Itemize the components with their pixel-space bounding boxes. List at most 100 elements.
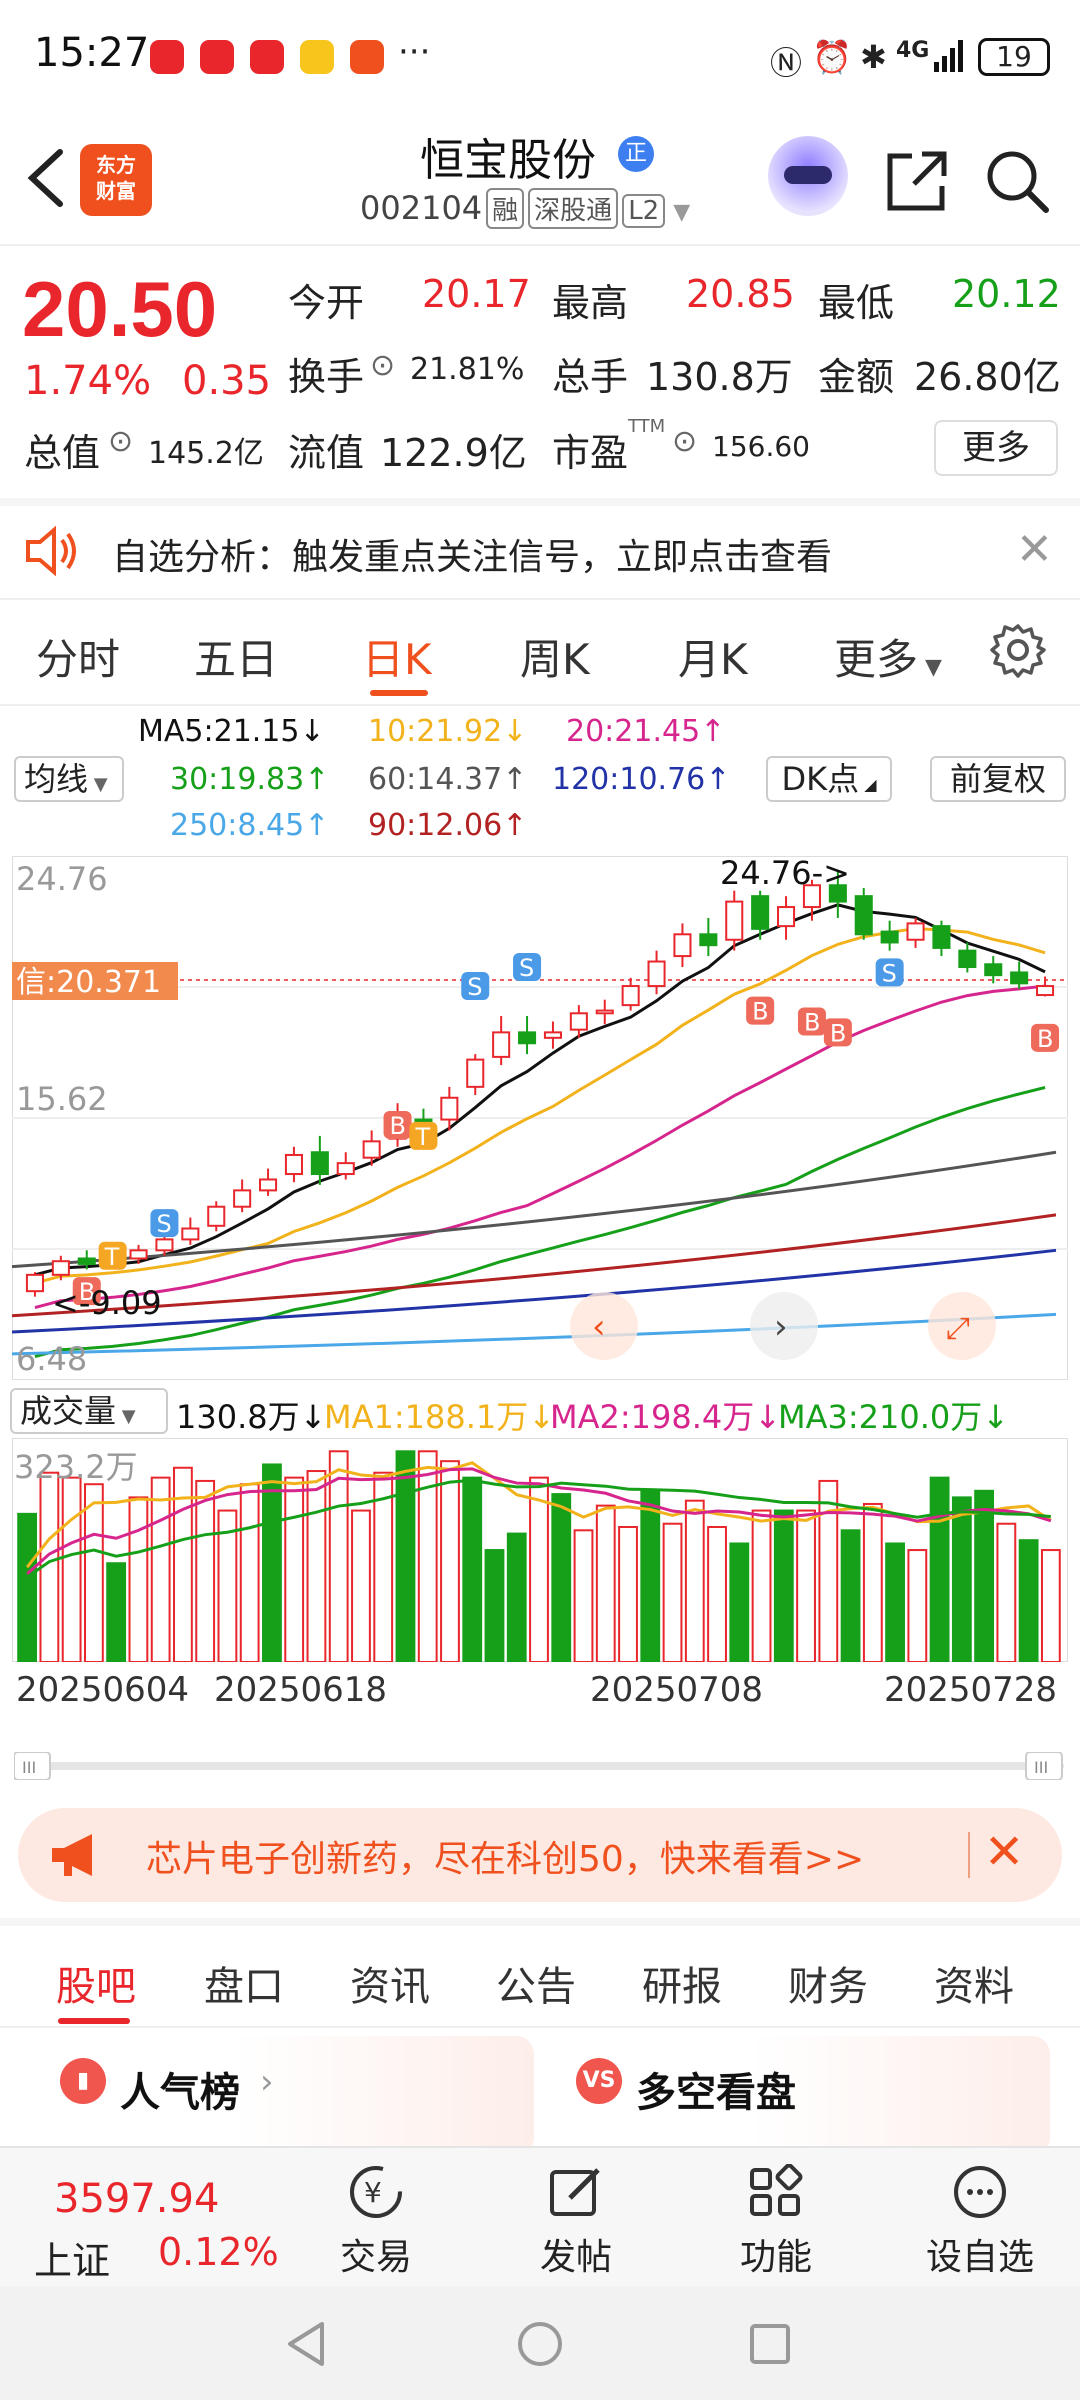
ai-assistant-icon[interactable] [768,136,848,216]
low-marker: <-9.09 [52,1284,162,1322]
svg-text:‹: ‹ [592,1307,606,1347]
battery-indicator: 19 [978,38,1050,76]
xin-price-label: 信:20.371 [16,965,161,1000]
candle [725,900,744,941]
volume-bar [506,1532,527,1662]
candle [77,1257,96,1265]
pe-value: 156.60 [712,430,810,463]
tab-financials[interactable]: 财务 [788,1954,868,2012]
chart-scroll-slider[interactable]: III III [14,1752,1064,1780]
signal-badge-label: S [156,1210,171,1238]
status-time: 15:27 [34,30,150,76]
candle [751,895,770,930]
tab-announcements[interactable]: 公告 [496,1954,576,2012]
info-icon[interactable]: ⊙ [672,424,697,459]
trade-button[interactable]: ¥ 交易 [316,2148,436,2288]
vs-icon: VS [576,2058,622,2104]
volume-bar [1018,1539,1039,1662]
tab-more[interactable]: 更多 ▼ [834,626,942,687]
bull-bear-card[interactable]: VS 多空看盘 [550,2036,1050,2156]
period-tabs: 分时 五日 日K 周K 月K 更多 ▼ [0,600,1080,706]
index-name: 上证 [34,2239,111,2283]
alert-text: 自选分析：触发重点关注信号，立即点击查看 [112,537,833,578]
signal-badge-label: S [882,959,897,987]
gear-icon[interactable] [990,622,1046,678]
stock-code-row[interactable]: 002104 融深股通 L2 ▼ [360,188,690,229]
ma20-value: 20:21.45↑ [566,714,726,749]
ma-select[interactable]: 均线 ▼ [14,756,124,802]
nav-recents-icon[interactable] [746,2320,794,2368]
y-tick-mid: 15.62 [16,1080,108,1118]
candle [984,963,1003,977]
share-icon[interactable] [882,146,952,216]
banner-text: 芯片电子创新药，尽在科创50，快来看看>> [146,1839,865,1880]
features-button[interactable]: 功能 [716,2148,836,2288]
tab-research[interactable]: 研报 [642,1954,722,2012]
pe-label: 市盈 [552,431,629,475]
close-icon[interactable]: ✕ [984,1824,1024,1880]
tab-monthly-k[interactable]: 月K [678,626,748,687]
volume-bar [284,1476,305,1662]
ma120-value: 120:10.76↑ [552,762,731,797]
tab-news[interactable]: 资讯 [350,1954,430,2012]
tab-daily-k[interactable]: 日K [362,626,432,687]
candle [310,1151,329,1176]
nav-back-icon[interactable] [282,2320,330,2368]
volume-bar [840,1529,861,1662]
nav-home-icon[interactable] [516,2320,564,2368]
volume-bar [751,1509,772,1662]
volume-chart[interactable]: 323.2万 [12,1438,1068,1662]
volume-bar [974,1489,995,1662]
tab-five-day[interactable]: 五日 [194,626,278,687]
volume-bar [150,1476,171,1662]
tab-orderbook[interactable]: 盘口 [204,1954,284,2012]
more-button[interactable]: 更多 [934,420,1058,476]
popularity-card[interactable]: ▮ 人气榜 › [34,2036,534,2156]
tab-weekly-k[interactable]: 周K [520,626,590,687]
stock-code: 002104 [360,189,483,227]
adjust-mode-button[interactable]: 前复权 [930,756,1066,802]
open-label: 今开 [288,281,365,325]
index-value[interactable]: 3597.94 [54,2176,219,2222]
alarm-icon: ⏰ [812,38,852,76]
svg-text:III: III [1034,1758,1048,1777]
candle [647,960,666,988]
volume-bar [484,1549,505,1662]
info-icon[interactable]: ⊙ [370,348,395,383]
add-watchlist-button[interactable]: 设自选 [910,2148,1050,2288]
x-label-2: 20250618 [214,1670,388,1710]
low-value: 20.12 [952,272,1061,316]
volume-bar [351,1509,371,1662]
search-icon[interactable] [982,146,1052,216]
alert-bar[interactable]: 自选分析：触发重点关注信号，立即点击查看 ✕ [0,498,1080,600]
amount-value: 26.80亿 [914,355,1061,399]
volume-indicator-select[interactable]: 成交量 ▼ [10,1388,168,1434]
candle [466,1058,485,1088]
tab-forum[interactable]: 股吧 [56,1954,136,2012]
candle [906,922,925,941]
volume-bar [462,1476,483,1662]
zheng-badge: 正 [618,136,654,172]
candle [880,930,899,944]
volume-bar [662,1522,683,1662]
dropdown-icon: ▼ [673,200,691,225]
promo-banner[interactable]: 芯片电子创新药，尽在科创50，快来看看>> ✕ [18,1808,1062,1902]
candle [207,1205,226,1227]
network-icon: 4G [896,38,930,63]
nfc-icon: Ⓝ [770,44,803,82]
candlestick-chart[interactable]: BTSB TSSB B BSB 24.76 15.62 6.48 24.76-> <-… [12,856,1068,1380]
tab-intraday[interactable]: 分时 [36,626,120,687]
volume-bar [862,1502,883,1662]
card-title: 人气榜 [120,2070,240,2116]
info-icon[interactable]: ⊙ [108,424,133,459]
volume-bar [440,1460,460,1662]
svg-text:III: III [22,1758,36,1777]
tab-profile[interactable]: 资料 [934,1954,1014,2012]
close-icon[interactable]: ✕ [1016,524,1053,575]
bluetooth-icon: ✱ [860,38,887,76]
candle [1010,971,1029,985]
low-label: 最低 [818,281,895,325]
post-button[interactable]: 发帖 [516,2148,636,2288]
dk-points-button[interactable]: DK点 ◢ [766,756,892,802]
back-arrow-icon[interactable] [22,146,70,210]
